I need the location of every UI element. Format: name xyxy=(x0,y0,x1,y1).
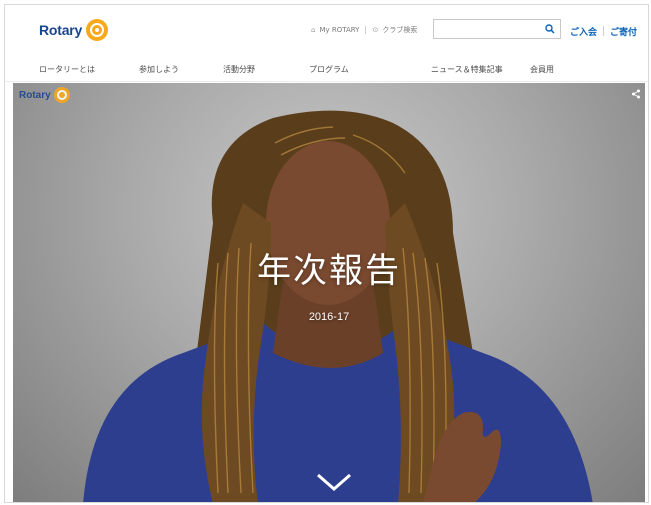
search-input[interactable] xyxy=(433,19,561,39)
hero-title: 年次報告 xyxy=(257,251,401,291)
hero-photo xyxy=(83,110,593,502)
rotary-wheel-icon xyxy=(53,87,70,103)
divider xyxy=(603,26,605,36)
nav-item-about[interactable]: ロータリーとは xyxy=(39,64,95,75)
header-cta: ご入会 ご寄付 xyxy=(570,25,637,38)
nav-item-members[interactable]: 会員用 xyxy=(530,64,554,75)
site-header: Rotary ⌂ My ROTARY ⊙ クラブ検索 ご入会 ご寄付 xyxy=(5,5,648,55)
search-icon[interactable] xyxy=(545,24,555,34)
utility-links: ⌂ My ROTARY ⊙ クラブ検索 xyxy=(311,25,417,35)
nav-item-programs[interactable]: プログラム xyxy=(309,64,349,75)
rotary-wheel-icon xyxy=(86,19,109,41)
main-nav: ロータリーとは 参加しよう 活動分野 プログラム ニュース＆特集記事 会員用 xyxy=(5,55,648,82)
share-icon[interactable] xyxy=(631,89,641,99)
my-rotary-link[interactable]: My ROTARY xyxy=(319,26,359,34)
donate-link[interactable]: ご寄付 xyxy=(610,25,637,38)
nav-item-news[interactable]: ニュース＆特集記事 xyxy=(431,64,503,75)
join-link[interactable]: ご入会 xyxy=(570,25,597,38)
hero-subtitle: 2016-17 xyxy=(308,311,350,323)
hero-logo: Rotary xyxy=(19,87,70,103)
divider xyxy=(365,26,367,34)
logo-text: Rotary xyxy=(39,22,83,38)
pin-icon: ⊙ xyxy=(372,26,379,34)
chevron-down-icon[interactable] xyxy=(315,471,353,493)
nav-item-get-involved[interactable]: 参加しよう xyxy=(139,64,179,75)
hero-logo-text: Rotary xyxy=(19,89,51,101)
home-icon: ⌂ xyxy=(311,26,316,34)
page-frame: Rotary ⌂ My ROTARY ⊙ クラブ検索 ご入会 ご寄付 ロータリー… xyxy=(4,4,649,503)
club-search-link[interactable]: クラブ検索 xyxy=(382,25,417,35)
rotary-logo[interactable]: Rotary xyxy=(39,19,109,41)
nav-item-our-causes[interactable]: 活動分野 xyxy=(223,64,255,75)
hero-banner: Rotary 年次報告 2016-17 xyxy=(13,83,645,502)
